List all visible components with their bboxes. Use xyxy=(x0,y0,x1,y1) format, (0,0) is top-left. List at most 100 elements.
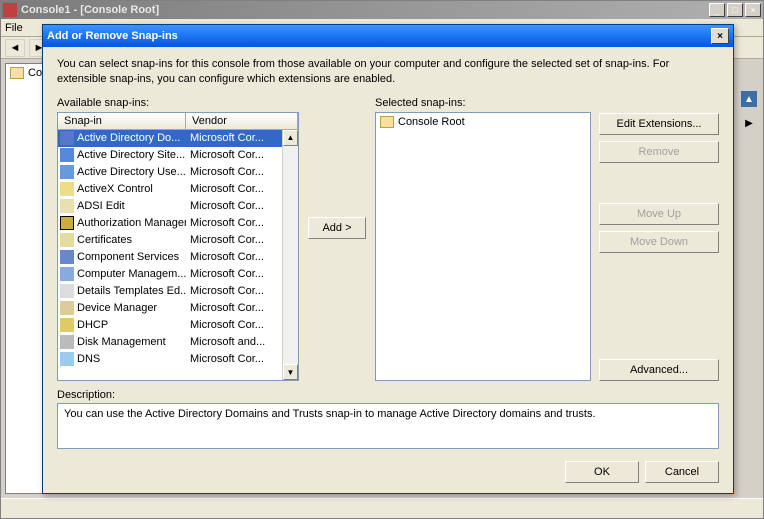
available-column: Available snap-ins: Snap-in Vendor Activ… xyxy=(57,97,299,381)
scroll-up-icon[interactable]: ▲ xyxy=(283,130,298,146)
selected-console-root[interactable]: Console Root xyxy=(378,115,588,129)
action-buttons-column: Edit Extensions... Remove Move Up Move D… xyxy=(599,97,719,381)
snapin-vendor: Microsoft Cor... xyxy=(186,251,282,263)
close-button[interactable]: × xyxy=(745,3,761,17)
move-down-button[interactable]: Move Down xyxy=(599,231,719,253)
list-scrollbar[interactable]: ▲ ▼ xyxy=(282,130,298,380)
available-snapins-list[interactable]: Snap-in Vendor Active Directory Do... Mic… xyxy=(57,112,299,381)
snapin-name: Active Directory Do... xyxy=(77,132,180,144)
folder-icon xyxy=(10,67,24,79)
description-box: You can use the Active Directory Domains… xyxy=(57,403,719,449)
snapin-row[interactable]: Active Directory Use...Microsoft Cor... xyxy=(58,164,298,181)
status-bar xyxy=(1,498,763,518)
snapin-row[interactable]: Disk ManagementMicrosoft and... xyxy=(58,334,298,351)
dialog-intro-text: You can select snap-ins for this console… xyxy=(57,57,719,87)
snapin-vendor: Microsoft Cor... xyxy=(186,200,282,212)
snapin-row[interactable]: Certificates Microsoft Cor... xyxy=(58,232,298,249)
cancel-button[interactable]: Cancel xyxy=(645,461,719,483)
snapin-name: DNS xyxy=(77,353,100,365)
snapin-row[interactable]: Component Services Microsoft Cor... xyxy=(58,249,298,266)
snapin-vendor: Microsoft Cor... xyxy=(186,234,282,246)
dialog-footer: OK Cancel xyxy=(43,455,733,493)
snapin-name: Active Directory Use... xyxy=(77,166,186,178)
snapin-row[interactable]: Computer Managem...Microsoft Cor... xyxy=(58,266,298,283)
mmc-app-icon xyxy=(3,3,17,17)
snapin-row[interactable]: DHCP Microsoft Cor... xyxy=(58,317,298,334)
expand-right-icon[interactable]: ▶ xyxy=(741,115,757,131)
snapin-icon xyxy=(60,233,74,247)
snapin-name: Active Directory Site... xyxy=(77,149,185,161)
snapin-vendor: Microsoft Cor... xyxy=(186,166,282,178)
toolbar-back-icon[interactable]: ◄ xyxy=(5,39,25,57)
snapin-vendor: Microsoft Cor... xyxy=(186,132,282,144)
advanced-button[interactable]: Advanced... xyxy=(599,359,719,381)
snapin-icon xyxy=(60,335,74,349)
dialog-close-button[interactable]: × xyxy=(711,28,729,44)
snapin-icon xyxy=(60,284,74,298)
snapin-vendor: Microsoft Cor... xyxy=(186,149,282,161)
snapin-name: ADSI Edit xyxy=(77,200,125,212)
header-snapin[interactable]: Snap-in xyxy=(58,113,186,129)
snapin-icon xyxy=(60,216,74,230)
snapin-name: Component Services xyxy=(77,251,179,263)
middle-column: Add > xyxy=(307,97,367,381)
snapin-icon xyxy=(60,301,74,315)
mmc-title: Console1 - [Console Root] xyxy=(21,4,707,16)
add-remove-snapins-dialog: Add or Remove Snap-ins × You can select … xyxy=(42,24,734,494)
snapin-name: Device Manager xyxy=(77,302,157,314)
minimize-button[interactable]: _ xyxy=(709,3,725,17)
snapin-row[interactable]: Details Templates Ed...Microsoft Cor... xyxy=(58,283,298,300)
dialog-titlebar[interactable]: Add or Remove Snap-ins × xyxy=(43,25,733,47)
snapin-name: Computer Managem... xyxy=(77,268,186,280)
snapin-row[interactable]: Authorization ManagerMicrosoft Cor... xyxy=(58,215,298,232)
maximize-button[interactable]: □ xyxy=(727,3,743,17)
mmc-titlebar[interactable]: Console1 - [Console Root] _ □ × xyxy=(1,1,763,19)
snapin-name: ActiveX Control xyxy=(77,183,153,195)
snapin-icon xyxy=(60,182,74,196)
description-label: Description: xyxy=(57,389,719,401)
snapin-icon xyxy=(60,267,74,281)
snapin-row[interactable]: ActiveX Control Microsoft Cor... xyxy=(58,181,298,198)
snapin-vendor: Microsoft Cor... xyxy=(186,353,282,365)
move-up-button[interactable]: Move Up xyxy=(599,203,719,225)
snapin-icon xyxy=(60,352,74,366)
snapin-vendor: Microsoft Cor... xyxy=(186,302,282,314)
snapin-vendor: Microsoft Cor... xyxy=(186,183,282,195)
snapin-vendor: Microsoft and... xyxy=(186,336,282,348)
snapin-vendor: Microsoft Cor... xyxy=(186,319,282,331)
remove-button[interactable]: Remove xyxy=(599,141,719,163)
dialog-title: Add or Remove Snap-ins xyxy=(47,30,711,42)
snapin-icon xyxy=(60,318,74,332)
add-button[interactable]: Add > xyxy=(308,217,366,239)
snapin-row[interactable]: Device Manager Microsoft Cor... xyxy=(58,300,298,317)
ok-button[interactable]: OK xyxy=(565,461,639,483)
scroll-down-icon[interactable]: ▼ xyxy=(283,364,298,380)
snapin-icon xyxy=(60,250,74,264)
snapin-name: Authorization Manager xyxy=(77,217,186,229)
collapse-up-icon[interactable]: ▲ xyxy=(741,91,757,107)
snapin-name: DHCP xyxy=(77,319,108,331)
snapin-name: Certificates xyxy=(77,234,132,246)
available-label: Available snap-ins: xyxy=(57,97,299,109)
edit-extensions-button[interactable]: Edit Extensions... xyxy=(599,113,719,135)
folder-icon xyxy=(380,116,394,128)
action-pane-arrows: ▲ ▶ xyxy=(741,91,757,131)
selected-root-label: Console Root xyxy=(398,116,465,128)
snapin-row[interactable]: DNS Microsoft Cor... xyxy=(58,351,298,368)
snapin-row[interactable]: Active Directory Do... Microsoft Cor... xyxy=(58,130,298,147)
snapin-icon xyxy=(60,199,74,213)
selected-snapins-tree[interactable]: Console Root xyxy=(375,112,591,381)
snapin-vendor: Microsoft Cor... xyxy=(186,268,282,280)
snapin-row[interactable]: ADSI Edit Microsoft Cor... xyxy=(58,198,298,215)
snapin-name: Details Templates Ed... xyxy=(77,285,186,297)
menu-file[interactable]: File xyxy=(5,22,23,34)
snapin-icon xyxy=(60,131,74,145)
scroll-track[interactable] xyxy=(283,146,298,364)
snapin-vendor: Microsoft Cor... xyxy=(186,285,282,297)
header-vendor[interactable]: Vendor xyxy=(186,113,298,129)
selected-column: Selected snap-ins: Console Root xyxy=(375,97,591,381)
list-rows[interactable]: Active Directory Do...Microsoft Cor...Ac… xyxy=(58,130,298,380)
snapin-icon xyxy=(60,148,74,162)
list-header: Snap-in Vendor xyxy=(58,113,298,130)
snapin-row[interactable]: Active Directory Site...Microsoft Cor... xyxy=(58,147,298,164)
